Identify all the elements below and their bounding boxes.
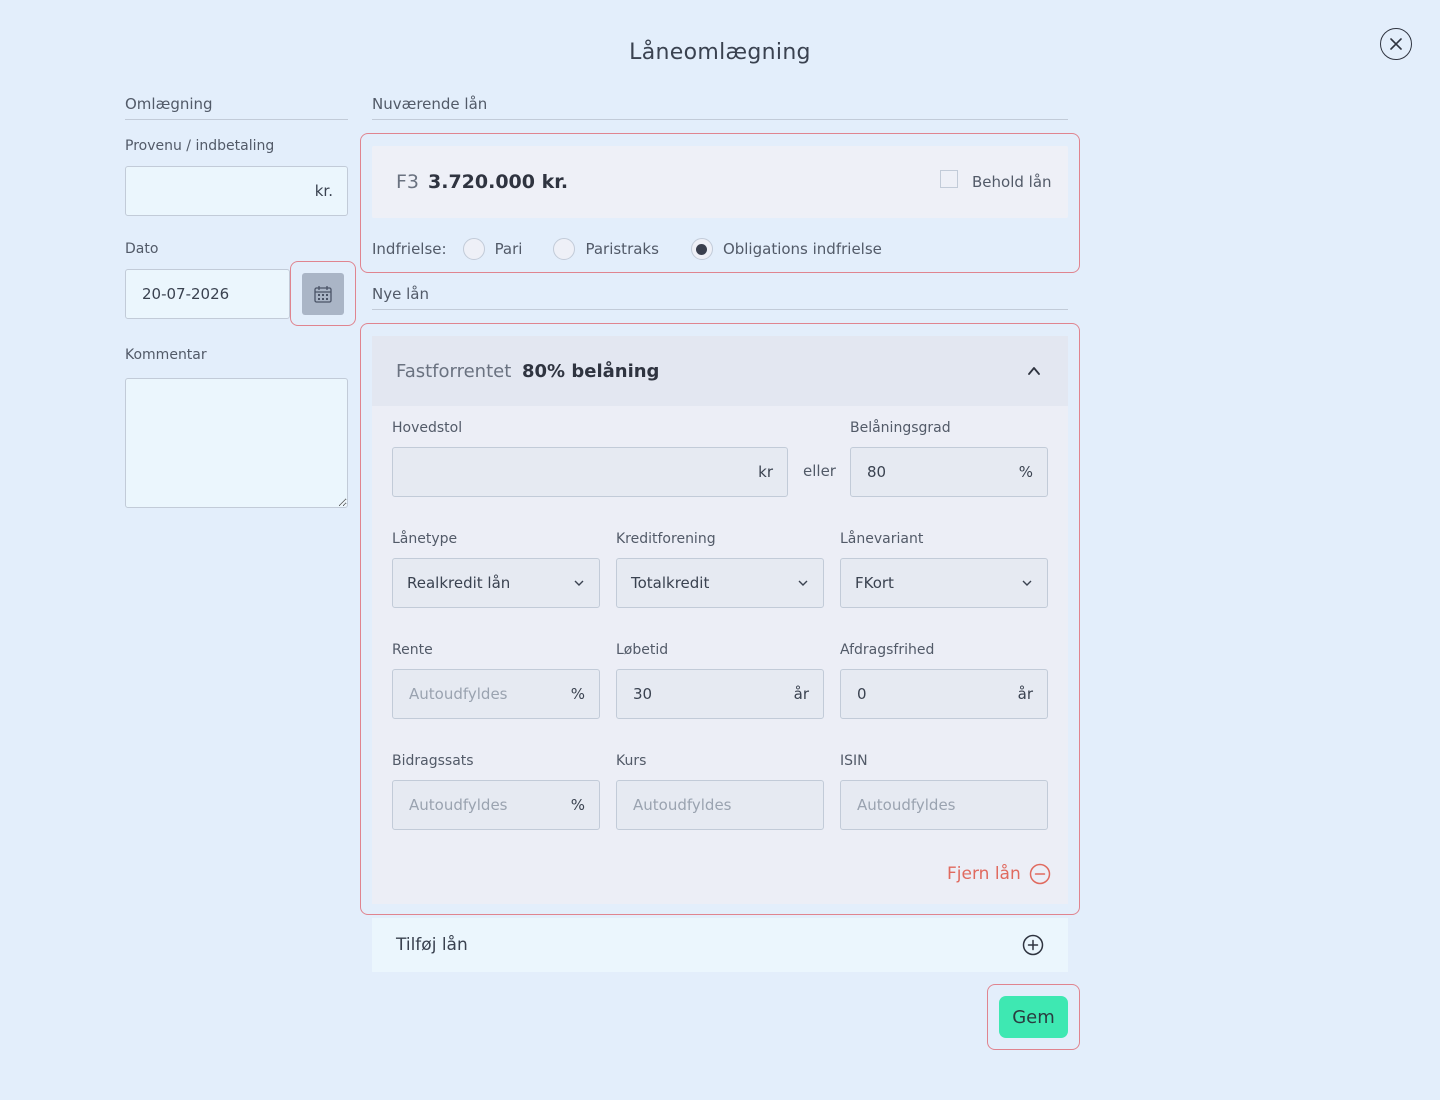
or-label: eller [803, 462, 836, 480]
chevron-down-icon [574, 580, 584, 586]
rate-field[interactable]: % [392, 669, 600, 719]
calendar-button[interactable] [302, 273, 344, 315]
close-icon [1390, 38, 1402, 50]
section-current-loans: Nuværende lån [372, 95, 1068, 120]
principal-unit: kr [758, 463, 773, 481]
redemption-label: Indfrielse: [372, 240, 447, 258]
plus-circle-icon [1022, 934, 1044, 956]
calendar-icon [314, 286, 332, 303]
loan-type-label: Lånetype [392, 531, 458, 547]
variant-select[interactable]: FKort [840, 558, 1048, 608]
proceeds-input[interactable] [126, 167, 315, 215]
remove-loan-button[interactable]: Fjern lån [947, 863, 1051, 885]
price-input[interactable] [617, 781, 823, 829]
add-loan-row[interactable]: Tilføj lån [372, 918, 1068, 972]
io-period-field[interactable]: år [840, 669, 1048, 719]
section-omlaegning: Omlægning [125, 95, 348, 120]
ltv-field[interactable]: % [850, 447, 1048, 497]
term-unit: år [793, 685, 809, 703]
ltv-label: Belåningsgrad [850, 420, 951, 436]
rate-unit: % [570, 685, 585, 703]
term-label: Løbetid [616, 642, 669, 658]
keep-loan-label: Behold lån [972, 173, 1052, 191]
save-button[interactable]: Gem [999, 996, 1068, 1038]
comment-textarea[interactable] [125, 378, 348, 508]
new-loan-type: Fastforrentet [396, 361, 512, 382]
new-loan-ltv-title: 80% belåning [522, 361, 660, 382]
date-label: Dato [125, 241, 159, 257]
add-loan-label: Tilføj lån [396, 935, 468, 955]
section-new-loans: Nye lån [372, 285, 1068, 310]
loan-type-select[interactable]: Realkredit lån [392, 558, 600, 608]
institution-label: Kreditforening [616, 531, 716, 547]
chevron-down-icon [1022, 580, 1032, 586]
radio-pari-label: Pari [494, 240, 523, 258]
radio-obligations[interactable] [690, 238, 713, 260]
io-period-input[interactable] [841, 670, 1018, 718]
date-field[interactable] [125, 269, 290, 319]
new-loan-header[interactable]: Fastforrentet 80% belåning [372, 336, 1068, 406]
current-loan-amount: 3.720.000 kr. [428, 171, 569, 193]
redemption-row: Indfrielse: Pari Paristraks Obligations … [372, 236, 882, 262]
keep-loan-checkbox[interactable] [940, 170, 958, 188]
isin-label: ISIN [840, 753, 868, 769]
current-loan-code: F3 [396, 171, 420, 193]
radio-pari[interactable] [462, 238, 485, 260]
rate-input[interactable] [393, 670, 571, 718]
ltv-input[interactable] [851, 448, 1019, 496]
remove-loan-label: Fjern lån [947, 864, 1021, 884]
radio-paristraks-label: Paristraks [585, 240, 659, 258]
radio-paristraks[interactable] [553, 238, 576, 260]
institution-select[interactable]: Totalkredit [616, 558, 824, 608]
proceeds-unit: kr. [314, 182, 333, 200]
ltv-unit: % [1018, 463, 1033, 481]
io-period-unit: år [1017, 685, 1033, 703]
proceeds-field[interactable]: kr. [125, 166, 348, 216]
fee-rate-field[interactable]: % [392, 780, 600, 830]
price-label: Kurs [616, 753, 647, 769]
principal-input[interactable] [393, 448, 759, 496]
comment-label: Kommentar [125, 347, 207, 363]
price-field[interactable] [616, 780, 824, 830]
institution-value: Totalkredit [631, 574, 710, 592]
fee-rate-unit: % [570, 796, 585, 814]
minus-circle-icon [1029, 863, 1050, 885]
fee-rate-input[interactable] [393, 781, 571, 829]
new-loan-panel: Fastforrentet 80% belåning Hovedstol kr … [372, 336, 1068, 904]
variant-value: FKort [855, 574, 894, 592]
fee-rate-label: Bidragssats [392, 753, 474, 769]
radio-obligations-label: Obligations indfrielse [722, 240, 882, 258]
dialog-title: Låneomlægning [629, 40, 811, 65]
proceeds-label: Provenu / indbetaling [125, 138, 275, 154]
term-input[interactable] [617, 670, 794, 718]
chevron-up-icon[interactable] [1027, 364, 1041, 378]
rate-label: Rente [392, 642, 433, 658]
principal-label: Hovedstol [392, 420, 463, 436]
current-loan-card: F3 3.720.000 kr. Behold lån [372, 146, 1068, 218]
chevron-down-icon [798, 580, 808, 586]
loan-type-value: Realkredit lån [407, 574, 511, 592]
date-input[interactable] [126, 270, 289, 318]
isin-input[interactable] [841, 781, 1047, 829]
io-period-label: Afdragsfrihed [840, 642, 935, 658]
variant-label: Lånevariant [840, 531, 924, 547]
principal-field[interactable]: kr [392, 447, 788, 497]
isin-field[interactable] [840, 780, 1048, 830]
term-field[interactable]: år [616, 669, 824, 719]
close-button[interactable] [1380, 28, 1412, 60]
